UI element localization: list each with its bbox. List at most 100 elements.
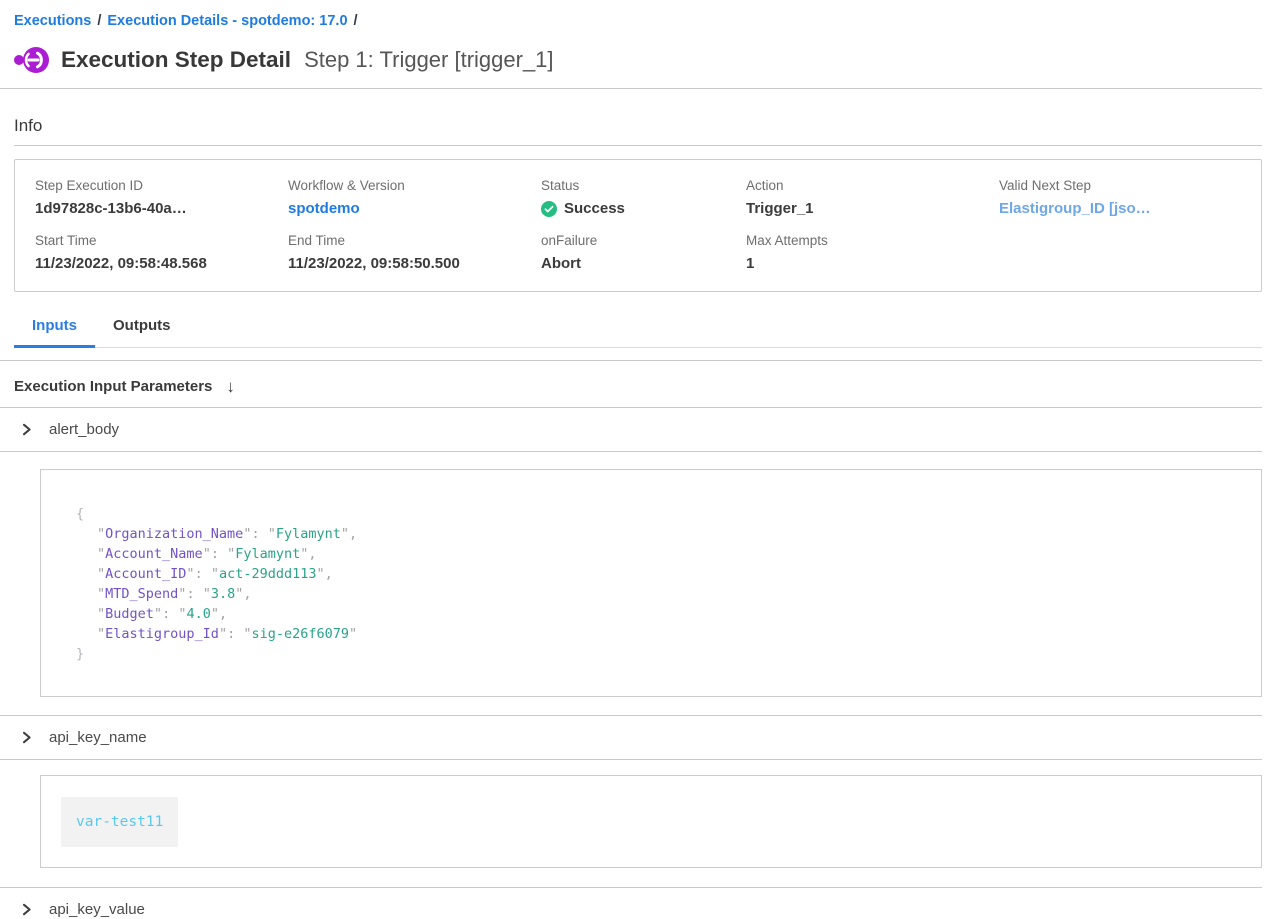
divider [14,145,1262,146]
field-label: Start Time [35,233,288,248]
field-onfailure: onFailure Abort [541,233,746,272]
colon: : [211,546,227,562]
field-max-attempts: Max Attempts 1 [746,233,999,272]
quote: " [317,566,325,582]
tab-inputs[interactable]: Inputs [14,317,95,348]
json-key: Account_Name [105,546,203,562]
section-header-alert-body[interactable]: alert_body [0,408,1272,451]
api-key-name-value: var-test11 [61,797,178,847]
quote: " [186,566,194,582]
field-empty [999,233,1261,272]
comma: , [243,586,251,602]
divider [0,451,1262,452]
chevron-right-icon [20,903,33,916]
field-label: Valid Next Step [999,178,1261,193]
field-value: Trigger_1 [746,200,999,217]
json-value: 4.0 [186,606,210,622]
chevron-right-icon [20,731,33,744]
json-entry: "Budget": "4.0", [76,604,1241,624]
breadcrumb-separator: / [354,13,358,29]
status-text: Success [564,200,625,217]
quote: " [97,566,105,582]
field-value: 11/23/2022, 09:58:50.500 [288,255,541,272]
page-subtitle: Step 1: Trigger [trigger_1] [304,47,553,73]
workflow-link[interactable]: spotdemo [288,200,541,217]
page-header: Execution Step Detail Step 1: Trigger [t… [14,43,1272,77]
status-badge: Success [541,200,746,217]
field-value: 11/23/2022, 09:58:48.568 [35,255,288,272]
json-value: 3.8 [211,586,235,602]
field-label: End Time [288,233,541,248]
success-check-icon [541,201,557,217]
quote: " [154,606,162,622]
next-step-link[interactable]: Elastigroup_ID [jso… [999,200,1261,217]
field-value: Abort [541,255,746,272]
json-entry: "MTD_Spend": "3.8", [76,584,1241,604]
quote: " [97,546,105,562]
tab-strip: Inputs Outputs [14,317,1262,348]
info-section-heading: Info [14,116,1272,136]
field-step-execution-id: Step Execution ID 1d97828c-13b6-40a… [35,178,288,217]
section-header-api-key-name[interactable]: api_key_name [0,716,1272,759]
colon: : [186,586,202,602]
comma: , [349,526,357,542]
download-arrow-icon[interactable]: ↓ [226,378,235,395]
field-action: Action Trigger_1 [746,178,999,217]
comma: , [325,566,333,582]
colon: : [162,606,178,622]
comma: , [308,546,316,562]
json-value: Fylamynt [276,526,341,542]
section-name: alert_body [49,421,119,438]
json-entry: "Organization_Name": "Fylamynt", [76,524,1241,544]
execution-input-parameters-header: Execution Input Parameters ↓ [0,361,1272,407]
chevron-right-icon [20,423,33,436]
json-value: act-29ddd113 [219,566,317,582]
section-header-api-key-value[interactable]: api_key_value [0,888,1272,919]
brace: } [76,646,84,662]
field-label: Action [746,178,999,193]
breadcrumb-link-execution-details[interactable]: Execution Details - spotdemo: 17.0 [107,13,347,29]
field-label: onFailure [541,233,746,248]
field-value: 1 [746,255,999,272]
quote: " [97,526,105,542]
field-start-time: Start Time 11/23/2022, 09:58:48.568 [35,233,288,272]
json-close-brace: } [76,644,1241,664]
quote: " [219,626,227,642]
json-value: Fylamynt [235,546,300,562]
json-entry: "Account_Name": "Fylamynt", [76,544,1241,564]
json-open-brace: { [76,504,1241,524]
field-label: Max Attempts [746,233,999,248]
field-workflow-version: Workflow & Version spotdemo [288,178,541,217]
divider [0,88,1262,89]
tab-outputs[interactable]: Outputs [95,317,189,348]
quote: " [203,546,211,562]
json-key: Budget [105,606,154,622]
quote: " [97,626,105,642]
quote: " [268,526,276,542]
field-valid-next-step: Valid Next Step Elastigroup_ID [jso… [999,178,1261,217]
colon: : [251,526,267,542]
breadcrumb-link-executions[interactable]: Executions [14,13,91,29]
quote: " [97,606,105,622]
field-label: Status [541,178,746,193]
comma: , [219,606,227,622]
api-key-name-value-box: var-test11 [40,775,1262,868]
quote: " [211,566,219,582]
alert-body-json-viewer: { "Organization_Name": "Fylamynt", "Acco… [40,469,1262,697]
section-name: api_key_name [49,729,147,746]
info-grid: Step Execution ID 1d97828c-13b6-40a… Wor… [35,178,1261,272]
field-status: Status Success [541,178,746,217]
json-key: MTD_Spend [105,586,178,602]
breadcrumb-separator: / [97,13,101,29]
quote: " [211,606,219,622]
json-value: sig-e26f6079 [251,626,349,642]
params-heading: Execution Input Parameters [14,378,212,395]
fylamynt-logo-icon [14,45,50,75]
page-title: Execution Step Detail [61,47,291,73]
quote: " [349,626,357,642]
colon: : [195,566,211,582]
brace: { [76,506,84,522]
json-entry: "Elastigroup_Id": "sig-e26f6079" [76,624,1241,644]
json-key: Account_ID [105,566,186,582]
field-value: 1d97828c-13b6-40a… [35,200,288,217]
